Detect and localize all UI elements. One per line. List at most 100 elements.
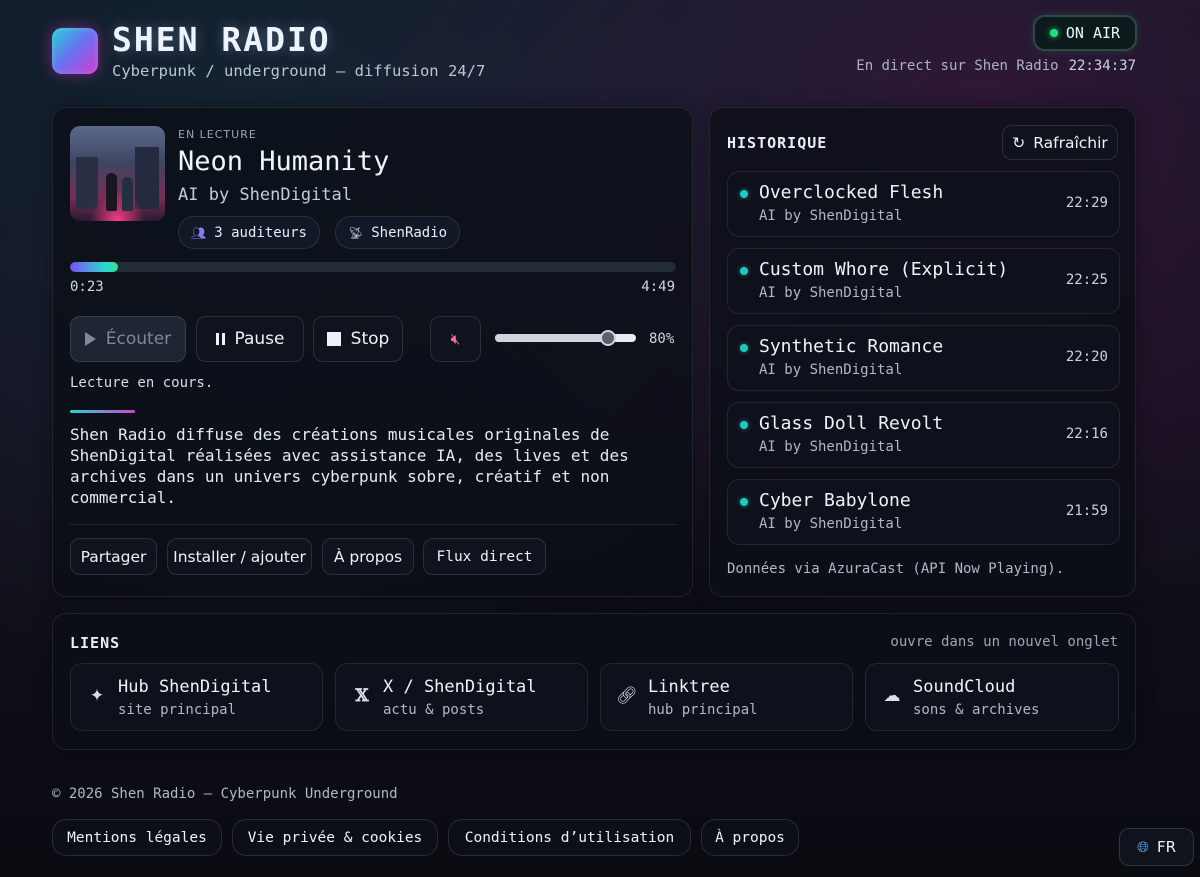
live-dot-icon <box>1049 29 1058 37</box>
language-switcher[interactable]: 🌐︎ FR <box>1119 828 1194 866</box>
on-air-label: ON AIR <box>1065 24 1121 42</box>
history-track-time: 22:29 <box>1065 195 1108 211</box>
stop-button[interactable]: Stop <box>313 316 403 362</box>
cloud-icon: ☁ <box>883 686 901 706</box>
history-item: Overclocked Flesh AI by ShenDigital 22:2… <box>727 171 1120 237</box>
history-track-title: Synthetic Romance <box>759 336 944 357</box>
history-track-artist: AI by ShenDigital <box>759 285 903 301</box>
track-title: Neon Humanity <box>178 146 390 177</box>
history-track-artist: AI by ShenDigital <box>759 439 903 455</box>
footer-about-link[interactable]: À propos <box>701 819 799 856</box>
live-clock: 22:34:37 <box>1068 58 1136 74</box>
accent-divider <box>70 410 135 413</box>
station-description: Shen Radio diffuse des créations musical… <box>70 425 629 507</box>
history-track-time: 22:16 <box>1065 426 1108 442</box>
link-name: X / ShenDigital <box>383 677 537 697</box>
bird-icon: ✦ <box>89 686 105 706</box>
bullet-icon <box>740 421 748 429</box>
history-title: HISTORIQUE <box>727 134 828 152</box>
history-panel: HISTORIQUE ↻ Rafraîchir Overclocked Fles… <box>709 107 1136 597</box>
listeners-count: 3 auditeurs <box>214 224 307 241</box>
history-source-note: Données via AzuraCast (API Now Playing). <box>727 561 1065 577</box>
divider <box>70 524 676 525</box>
brand-logo <box>52 28 98 74</box>
terms-link[interactable]: Conditions d’utilisation <box>448 819 691 856</box>
about-button[interactable]: À propos <box>322 538 414 575</box>
link-subtitle: site principal <box>118 702 237 718</box>
bullet-icon <box>740 344 748 352</box>
listeners-chip: 👥︎ 3 auditeurs <box>178 216 320 249</box>
broadcast-icon: 📡︎ <box>348 225 364 240</box>
refresh-button[interactable]: ↻ Rafraîchir <box>1002 125 1118 160</box>
refresh-label: Rafraîchir <box>1033 133 1108 152</box>
album-cover <box>70 126 165 221</box>
history-track-title: Overclocked Flesh <box>759 182 944 203</box>
total-time: 4:49 <box>641 279 675 295</box>
history-track-artist: AI by ShenDigital <box>759 362 903 378</box>
legal-notice-link[interactable]: Mentions légales <box>52 819 222 856</box>
link-soundcloud[interactable]: ☁ SoundCloud sons & archives <box>865 663 1119 731</box>
history-track-title: Glass Doll Revolt <box>759 413 944 434</box>
brand-subtitle: Cyberpunk / underground — diffusion 24/7 <box>112 62 486 80</box>
volume-handle[interactable] <box>599 330 616 346</box>
bullet-icon <box>740 190 748 198</box>
link-name: SoundCloud <box>913 677 1016 697</box>
links-note: ouvre dans un nouvel onglet <box>890 634 1118 650</box>
privacy-link[interactable]: Vie privée & cookies <box>232 819 438 856</box>
link-subtitle: actu & posts <box>383 702 485 718</box>
refresh-icon: ↻ <box>1012 133 1026 152</box>
stop-icon <box>326 332 341 346</box>
mute-button[interactable]: 🔇︎ <box>430 316 481 362</box>
globe-icon: 🌐︎ <box>1136 838 1149 856</box>
player-panel: EN LECTURE Neon Humanity AI by ShenDigit… <box>52 107 693 597</box>
bullet-icon <box>740 498 748 506</box>
on-air-badge: ON AIR <box>1033 15 1137 51</box>
history-item: Custom Whore (Explicit) AI by ShenDigita… <box>727 248 1120 314</box>
station-chip: 📡︎ ShenRadio <box>335 216 461 249</box>
link-linktree[interactable]: 🔗︎ Linktree hub principal <box>600 663 853 731</box>
direct-stream-button[interactable]: Flux direct <box>423 538 546 575</box>
listen-label: Écouter <box>105 329 172 349</box>
copyright: © 2026 Shen Radio — Cyberpunk Undergroun… <box>52 786 398 802</box>
pause-icon <box>215 333 225 345</box>
history-track-time: 21:59 <box>1065 503 1108 519</box>
playback-status: Lecture en cours. <box>70 375 214 391</box>
link-subtitle: hub principal <box>648 702 758 718</box>
link-name: Linktree <box>648 677 730 697</box>
station-name: ShenRadio <box>371 224 448 241</box>
history-track-time: 22:20 <box>1065 349 1108 365</box>
live-status-label: En direct sur Shen Radio <box>856 58 1059 74</box>
link-hub-shendigital[interactable]: ✦ Hub ShenDigital site principal <box>70 663 323 731</box>
listen-button[interactable]: Écouter <box>70 316 186 362</box>
link-name: Hub ShenDigital <box>118 677 272 697</box>
history-item: Cyber Babylone AI by ShenDigital 21:59 <box>727 479 1120 545</box>
link-subtitle: sons & archives <box>913 702 1040 718</box>
history-track-title: Custom Whore (Explicit) <box>759 259 1009 280</box>
bullet-icon <box>740 267 748 275</box>
history-item: Synthetic Romance AI by ShenDigital 22:2… <box>727 325 1120 391</box>
users-icon: 👥︎ <box>191 225 207 240</box>
link-x-shendigital[interactable]: 𝕏 X / ShenDigital actu & posts <box>335 663 588 731</box>
pause-label: Pause <box>234 329 285 349</box>
live-status: En direct sur Shen Radio 22:34:37 <box>856 58 1136 74</box>
play-icon <box>84 332 96 346</box>
pause-button[interactable]: Pause <box>196 316 304 362</box>
links-panel: LIENS ouvre dans un nouvel onglet ✦ Hub … <box>52 613 1136 750</box>
brand-title: SHEN RADIO <box>112 20 331 59</box>
x-icon: 𝕏 <box>355 686 369 706</box>
history-track-title: Cyber Babylone <box>759 490 911 511</box>
now-playing-label: EN LECTURE <box>178 128 257 141</box>
speaker-muted-icon: 🔇︎ <box>450 330 461 348</box>
history-track-artist: AI by ShenDigital <box>759 516 903 532</box>
install-button[interactable]: Installer / ajouter <box>167 538 312 575</box>
progress-fill <box>70 262 119 272</box>
language-label: FR <box>1156 838 1177 856</box>
volume-slider[interactable] <box>495 330 636 346</box>
share-button[interactable]: Partager <box>70 538 157 575</box>
history-track-time: 22:25 <box>1065 272 1108 288</box>
track-artist: AI by ShenDigital <box>178 185 352 205</box>
links-title: LIENS <box>70 634 121 652</box>
history-track-artist: AI by ShenDigital <box>759 208 903 224</box>
progress-bar[interactable] <box>70 262 676 272</box>
elapsed-time: 0:23 <box>70 279 104 295</box>
